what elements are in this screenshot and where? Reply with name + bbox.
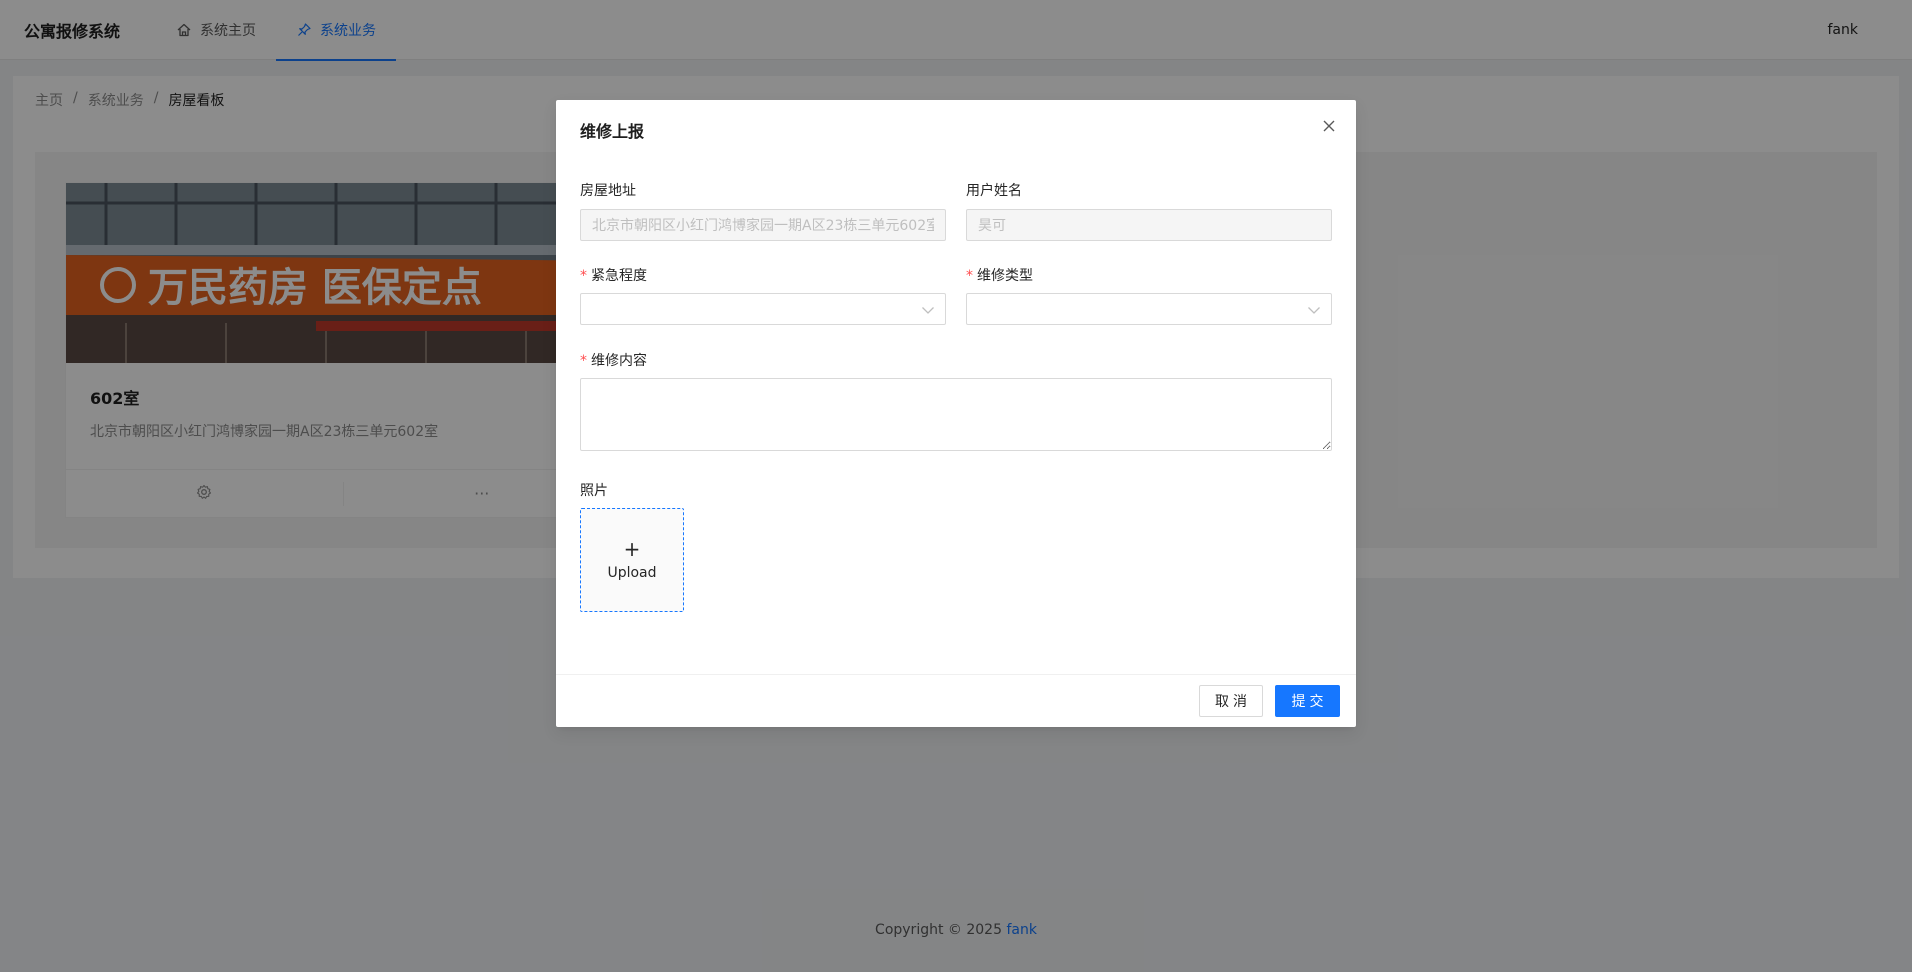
address-label: 房屋地址 [580, 183, 636, 199]
repair-type-label-text: 维修类型 [977, 268, 1033, 284]
required-mark: * [966, 268, 973, 284]
address-input[interactable] [580, 209, 946, 241]
plus-icon: + [623, 537, 641, 561]
content-label-text: 维修内容 [591, 353, 647, 369]
upload-text: Upload [607, 565, 657, 581]
username-label: 用户姓名 [966, 183, 1022, 199]
repair-type-select[interactable] [966, 293, 1332, 325]
repair-content-textarea[interactable] [580, 378, 1332, 451]
photo-upload-button[interactable]: + Upload [580, 508, 684, 612]
close-icon [1322, 118, 1336, 137]
required-mark: * [580, 353, 587, 369]
content-label: * 维修内容 [580, 350, 647, 370]
modal-close-button[interactable] [1318, 116, 1340, 138]
urgency-select[interactable] [580, 293, 946, 325]
username-input[interactable] [966, 209, 1332, 241]
chevron-down-icon [921, 302, 935, 316]
urgency-label: * 紧急程度 [580, 265, 647, 285]
urgency-label-text: 紧急程度 [591, 268, 647, 284]
cancel-button[interactable]: 取消 [1199, 685, 1263, 717]
repair-type-label: * 维修类型 [966, 265, 1033, 285]
required-mark: * [580, 268, 587, 284]
photo-label: 照片 [580, 483, 608, 499]
modal-title: 维修上报 [580, 122, 645, 141]
chevron-down-icon [1307, 302, 1321, 316]
modal-footer: 取消 提交 [556, 674, 1356, 727]
repair-report-modal: 维修上报 房屋地址 用户姓名 *紧急程度 *维修类型 *维修内容 照片 + Up… [556, 100, 1356, 727]
submit-button[interactable]: 提交 [1275, 685, 1340, 717]
